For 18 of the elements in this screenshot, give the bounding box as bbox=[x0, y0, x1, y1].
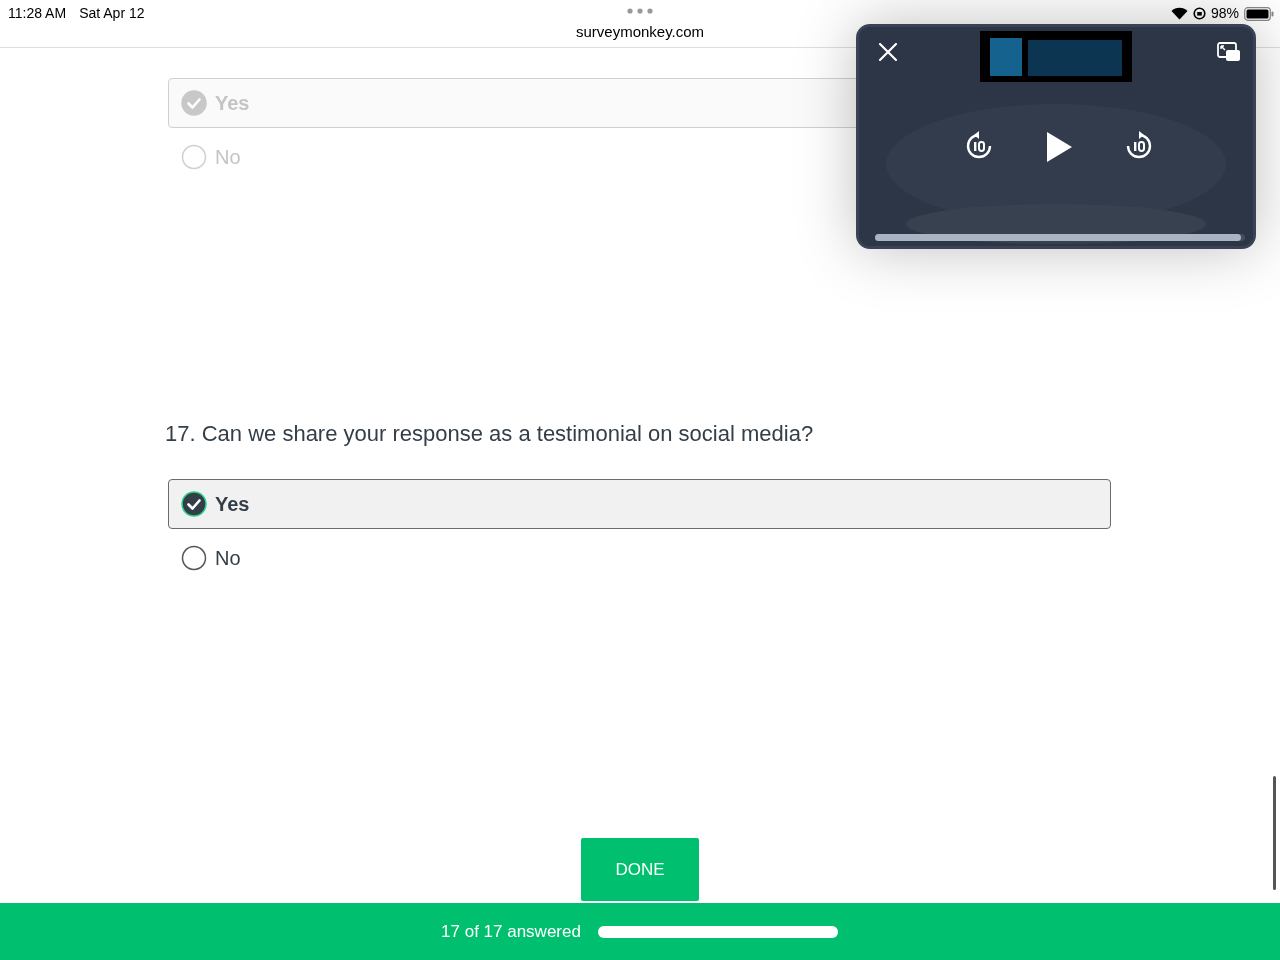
play-icon[interactable] bbox=[1045, 131, 1073, 163]
question-title: 17. Can we share your response as a testimonial on social media? bbox=[165, 420, 815, 448]
battery-percent: 98% bbox=[1210, 4, 1239, 23]
answer-option[interactable]: Yes bbox=[168, 479, 1111, 529]
rotation-lock-icon bbox=[1192, 7, 1206, 20]
option-label[interactable]: No bbox=[215, 543, 241, 573]
more-icon[interactable] bbox=[627, 8, 653, 14]
url-text[interactable]: surveymonkey.com bbox=[575, 21, 705, 44]
close-icon[interactable] bbox=[879, 43, 897, 61]
status-date: Sat Apr 12 bbox=[79, 4, 145, 23]
option-label: Yes bbox=[215, 492, 250, 517]
wifi-icon bbox=[1170, 7, 1188, 20]
status-time: 11:28 AM bbox=[8, 4, 67, 23]
progress-label: 17 of 17 answered bbox=[441, 920, 581, 943]
rewind-icon[interactable] bbox=[964, 131, 994, 161]
battery-icon bbox=[1244, 6, 1274, 21]
forward-icon[interactable] bbox=[1124, 131, 1154, 161]
picture-in-picture-icon[interactable] bbox=[1217, 42, 1241, 62]
